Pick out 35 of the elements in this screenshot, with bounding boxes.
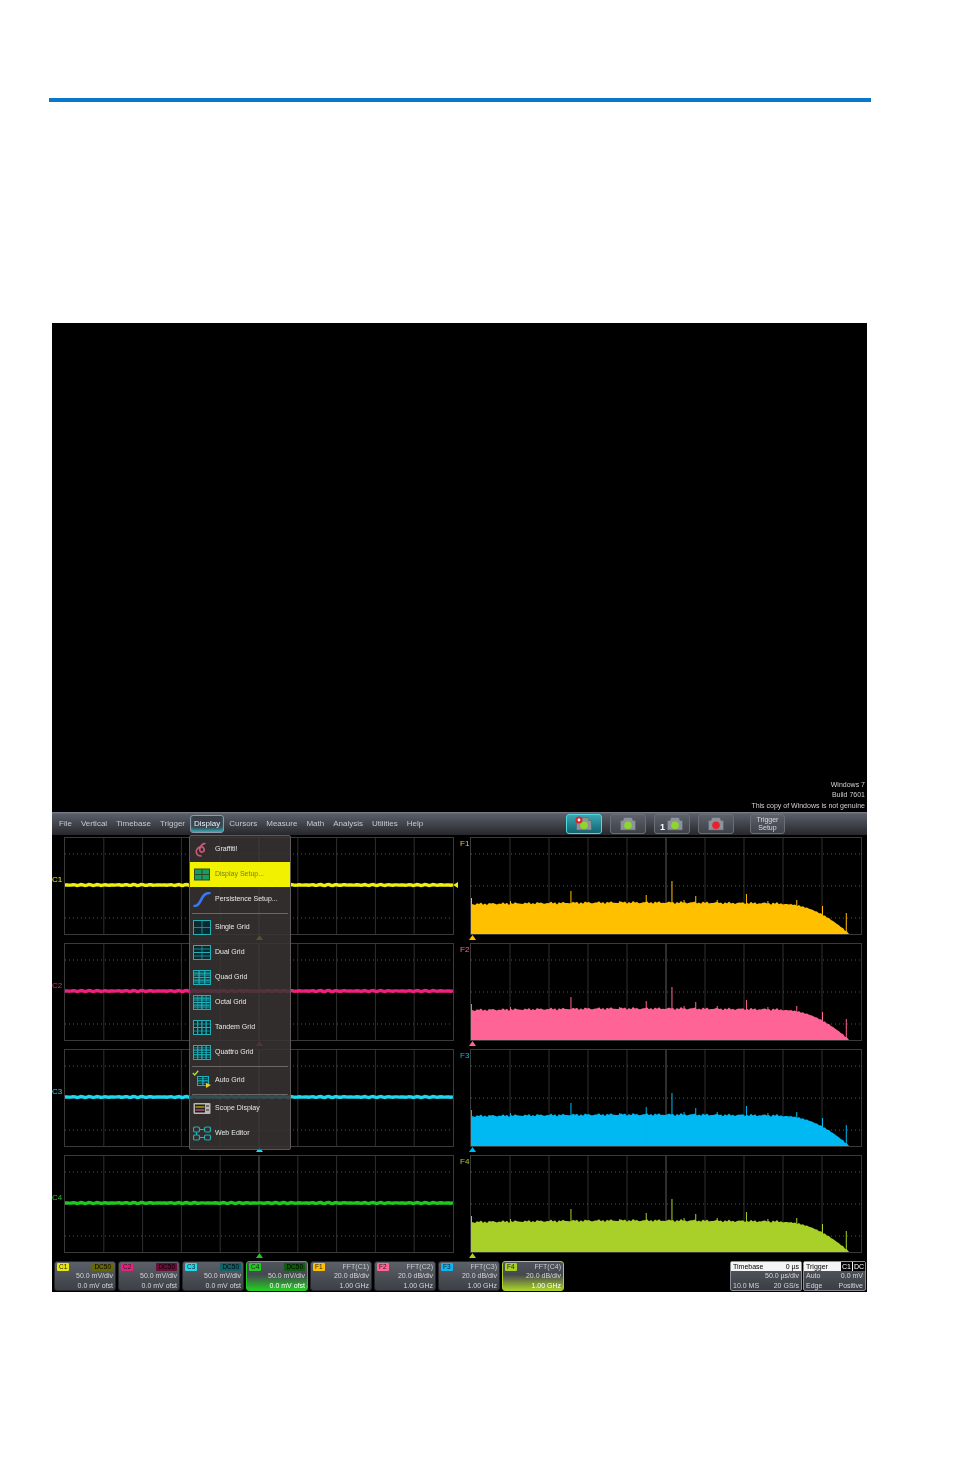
toolbar-button[interactable] xyxy=(698,813,734,834)
toolbar-button[interactable] xyxy=(610,813,646,834)
menu-item[interactable]: Display xyxy=(190,814,225,833)
trace-label: F1 xyxy=(460,840,470,848)
quattro-grid-icon xyxy=(193,1045,211,1060)
quad-grid-icon xyxy=(193,970,211,985)
tandem-grid-icon xyxy=(193,1020,211,1035)
menu-item[interactable]: File xyxy=(55,814,76,833)
menu-item[interactable]: Utilities xyxy=(367,814,402,833)
menu-item[interactable]: Trigger xyxy=(155,814,189,833)
menu-item[interactable]: Cursors xyxy=(225,814,262,833)
trace-label: C1 xyxy=(52,876,64,884)
menu-item[interactable]: Vertical xyxy=(76,814,112,833)
octal-grid-icon xyxy=(193,995,211,1010)
dual-grid-icon xyxy=(193,945,211,960)
menu-item[interactable]: Measure xyxy=(262,814,302,833)
lamp-number: 1 xyxy=(660,822,665,832)
toolbar-button[interactable] xyxy=(566,813,602,834)
trace-label: C3 xyxy=(52,1088,64,1096)
trace-label: F2 xyxy=(460,946,470,954)
gear-icon xyxy=(575,816,583,824)
menu-item[interactable]: Help xyxy=(402,814,428,833)
linked-blocks-icon xyxy=(193,1126,211,1141)
menu-item[interactable]: Analysis xyxy=(329,814,367,833)
toolbar-button[interactable]: 1 xyxy=(654,813,690,834)
trace-label: C4 xyxy=(52,1194,64,1202)
oscilloscope-icon xyxy=(193,1101,211,1116)
curve-icon xyxy=(193,892,211,907)
menu-item[interactable]: Timebase xyxy=(112,814,155,833)
trace-label: F3 xyxy=(460,1052,470,1060)
trace-label: C2 xyxy=(52,982,64,990)
trace-label: F4 xyxy=(460,1158,470,1166)
grid-icon xyxy=(193,867,211,882)
single-grid-icon xyxy=(193,920,211,935)
menu-item[interactable]: Math xyxy=(302,814,329,833)
